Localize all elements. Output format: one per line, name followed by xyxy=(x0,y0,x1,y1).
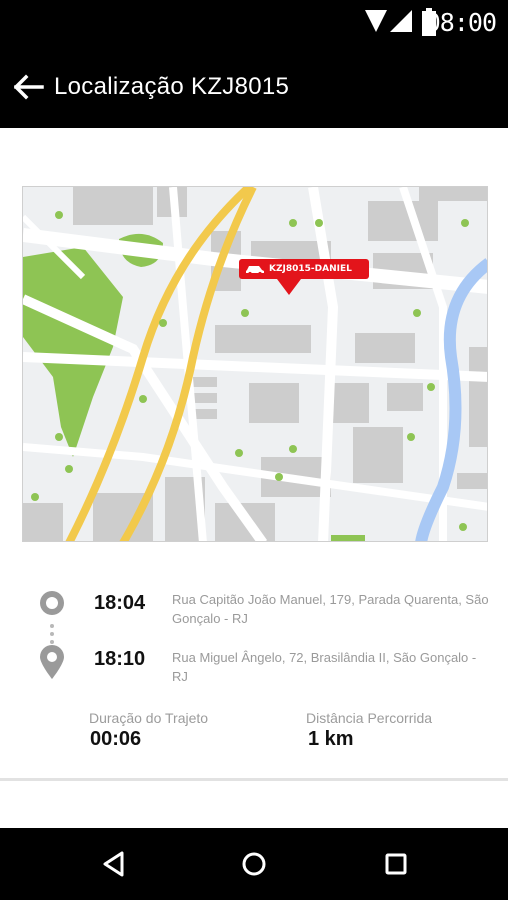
trip-stop-start: 18:04 Rua Capitão João Manuel, 179, Para… xyxy=(0,590,508,640)
nav-recents-button[interactable] xyxy=(356,828,436,900)
nav-recents-icon xyxy=(385,853,407,875)
duration-label: Duração do Trajeto xyxy=(89,710,209,726)
start-time: 18:04 xyxy=(94,592,146,614)
route-dots xyxy=(49,624,55,646)
end-address: Rua Miguel Ângelo, 72, Brasilândia II, S… xyxy=(172,650,477,684)
system-nav-bar xyxy=(0,828,508,900)
car-icon xyxy=(246,266,264,275)
back-button[interactable] xyxy=(4,46,54,128)
vehicle-marker[interactable]: KZJ8015-DANIEL xyxy=(239,259,369,297)
distance-label: Distância Percorrida xyxy=(306,710,433,726)
origin-pin-icon xyxy=(40,591,64,615)
map-canvas xyxy=(23,187,487,541)
page-title: Localização KZJ8015 xyxy=(54,73,290,100)
marker-pointer xyxy=(277,279,301,295)
app-bar: Localização KZJ8015 xyxy=(0,46,508,128)
marker-label: KZJ8015-DANIEL xyxy=(269,264,352,274)
nav-home-button[interactable] xyxy=(214,828,294,900)
duration-value: 00:06 xyxy=(90,728,142,750)
distance-value: 1 km xyxy=(308,728,354,750)
signal-icon xyxy=(390,10,412,32)
nav-home-icon xyxy=(242,852,266,876)
nav-back-icon xyxy=(103,851,124,877)
status-time: 08:00 xyxy=(425,8,497,37)
map-view[interactable]: KZJ8015-DANIEL xyxy=(22,186,488,542)
destination-pin-icon xyxy=(40,645,64,679)
trip-stop-end: 18:10 Rua Miguel Ângelo, 72, Brasilândia… xyxy=(0,644,508,694)
arrow-left-icon xyxy=(14,74,44,100)
nav-back-button[interactable] xyxy=(74,828,154,900)
start-address: Rua Capitão João Manuel, 179, Parada Qua… xyxy=(172,592,489,626)
divider xyxy=(0,778,508,781)
wifi-icon xyxy=(365,10,387,32)
status-bar: 08:00 xyxy=(0,0,508,46)
end-time: 18:10 xyxy=(94,648,146,670)
